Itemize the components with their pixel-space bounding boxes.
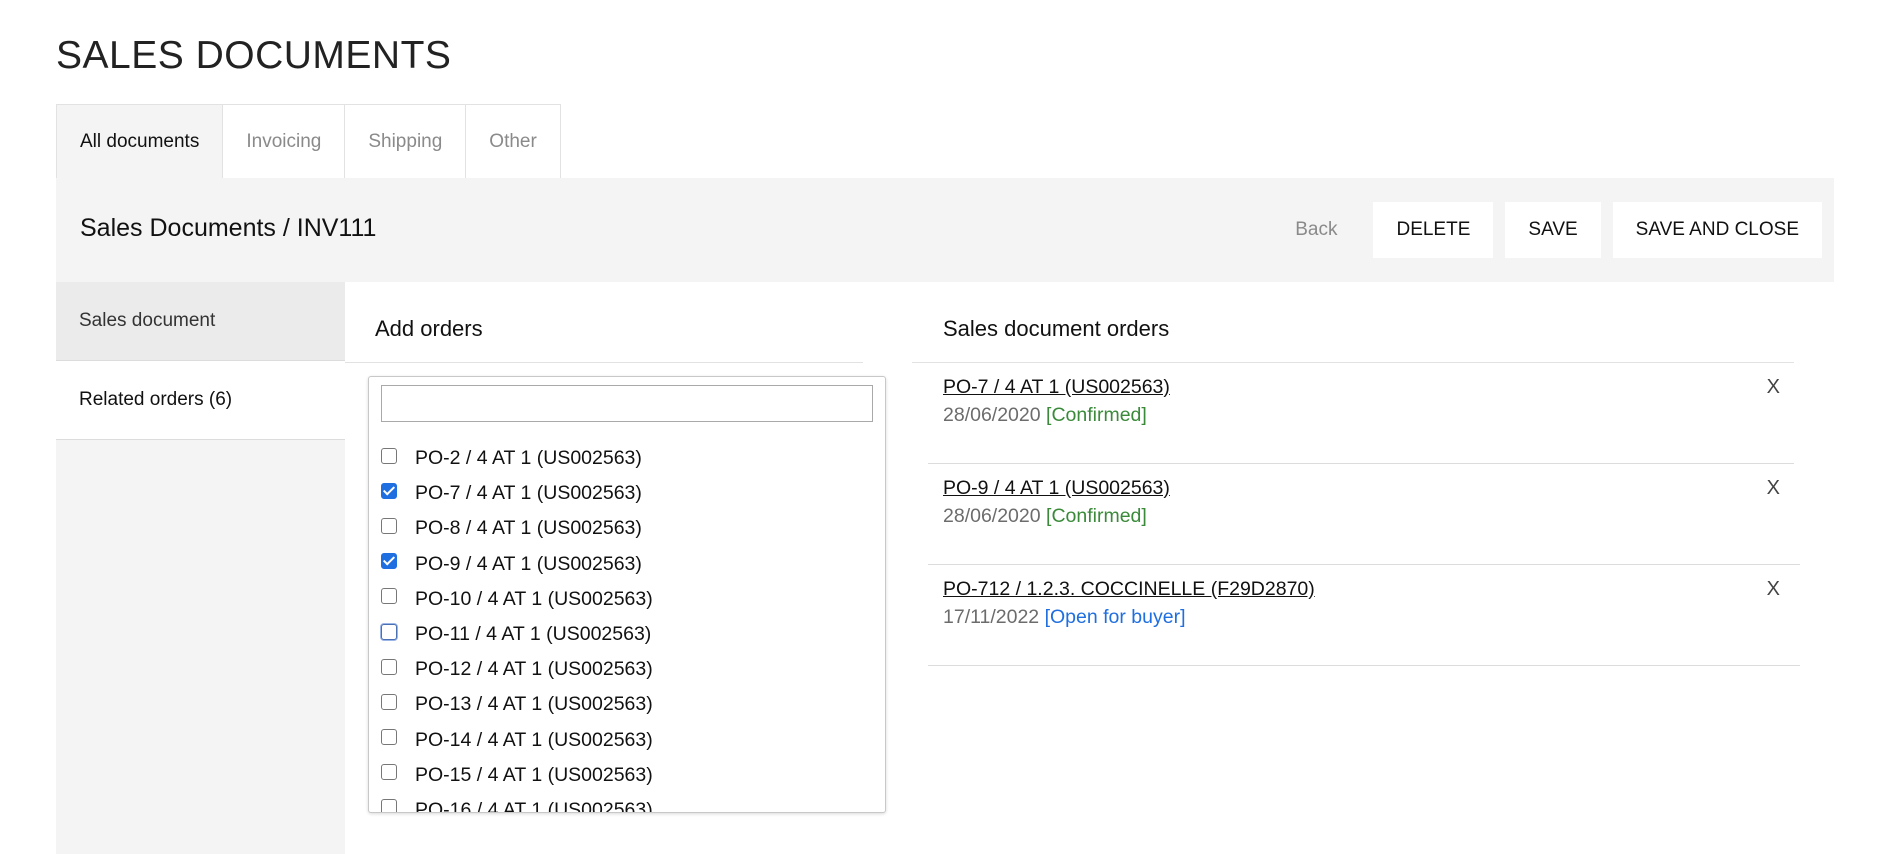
remove-order-icon[interactable]: X: [1767, 578, 1780, 601]
order-option[interactable]: PO-16 / 4 AT 1 (US002563): [381, 793, 653, 813]
order-option-label: PO-7 / 4 AT 1 (US002563): [415, 482, 642, 505]
order-option-label: PO-13 / 4 AT 1 (US002563): [415, 693, 653, 716]
save-and-close-button[interactable]: SAVE AND CLOSE: [1612, 202, 1822, 258]
order-option-label: PO-16 / 4 AT 1 (US002563): [415, 798, 653, 813]
document-tabs: All documents Invoicing Shipping Other: [56, 104, 561, 179]
header-actions: Back DELETE SAVE SAVE AND CLOSE: [1295, 202, 1822, 258]
remove-order-icon[interactable]: X: [1767, 477, 1780, 500]
checkbox[interactable]: [381, 693, 397, 710]
checkbox[interactable]: [381, 553, 397, 570]
add-orders-title: Add orders: [375, 316, 483, 341]
checkbox[interactable]: [381, 623, 397, 640]
save-button[interactable]: SAVE: [1505, 202, 1601, 258]
order-option[interactable]: PO-9 / 4 AT 1 (US002563): [381, 547, 653, 582]
order-option[interactable]: PO-2 / 4 AT 1 (US002563): [381, 441, 653, 476]
add-orders-divider: [345, 362, 863, 363]
order-date: 28/06/2020: [943, 404, 1041, 426]
side-nav: Sales document Related orders (6): [56, 282, 345, 854]
order-option-label: PO-8 / 4 AT 1 (US002563): [415, 517, 642, 540]
order-link[interactable]: PO-712 / 1.2.3. COCCINELLE (F29D2870): [943, 578, 1315, 601]
order-option[interactable]: PO-12 / 4 AT 1 (US002563): [381, 652, 653, 687]
order-option[interactable]: PO-8 / 4 AT 1 (US002563): [381, 511, 653, 546]
tab-other[interactable]: Other: [466, 105, 561, 178]
tab-shipping[interactable]: Shipping: [345, 105, 467, 178]
tab-invoicing[interactable]: Invoicing: [223, 105, 346, 178]
order-option-label: PO-11 / 4 AT 1 (US002563): [415, 623, 652, 646]
order-option-label: PO-10 / 4 AT 1 (US002563): [415, 587, 653, 610]
checkbox[interactable]: [381, 588, 397, 605]
back-link[interactable]: Back: [1295, 219, 1337, 241]
order-date: 17/11/2022: [943, 606, 1040, 628]
order-option-label: PO-15 / 4 AT 1 (US002563): [415, 763, 653, 786]
order-option-label: PO-2 / 4 AT 1 (US002563): [415, 447, 642, 470]
order-link[interactable]: PO-7 / 4 AT 1 (US002563): [943, 376, 1170, 399]
order-option[interactable]: PO-14 / 4 AT 1 (US002563): [381, 723, 653, 758]
checkbox[interactable]: [381, 447, 397, 464]
order-option-label: PO-9 / 4 AT 1 (US002563): [415, 552, 642, 575]
order-row: PO-712 / 1.2.3. COCCINELLE (F29D2870) 17…: [928, 564, 1800, 666]
order-row: PO-9 / 4 AT 1 (US002563) 28/06/2020 [Con…: [928, 463, 1800, 565]
tab-all-documents[interactable]: All documents: [57, 105, 224, 178]
order-option[interactable]: PO-10 / 4 AT 1 (US002563): [381, 582, 653, 617]
remove-order-icon[interactable]: X: [1767, 376, 1780, 399]
order-date: 28/06/2020: [943, 505, 1041, 527]
status-badge: [Confirmed]: [1046, 404, 1147, 426]
order-row: PO-7 / 4 AT 1 (US002563) 28/06/2020 [Con…: [928, 362, 1794, 464]
order-meta: 28/06/2020 [Confirmed]: [943, 505, 1147, 528]
order-meta: 28/06/2020 [Confirmed]: [943, 404, 1147, 427]
order-option[interactable]: PO-13 / 4 AT 1 (US002563): [381, 687, 653, 722]
orders-option-list[interactable]: PO-2 / 4 AT 1 (US002563) PO-7 / 4 AT 1 (…: [381, 441, 653, 813]
checkbox[interactable]: [381, 729, 397, 746]
document-header: Sales Documents / INV111 Back DELETE SAV…: [56, 178, 1834, 282]
delete-button[interactable]: DELETE: [1373, 202, 1494, 258]
status-badge: [Confirmed]: [1046, 505, 1147, 527]
sales-document-orders-title: Sales document orders: [943, 316, 1170, 341]
sidebar-item-related-orders[interactable]: Related orders (6): [56, 361, 345, 440]
status-badge: [Open for buyer]: [1044, 606, 1186, 628]
checkbox[interactable]: [381, 658, 397, 675]
order-option[interactable]: PO-15 / 4 AT 1 (US002563): [381, 758, 653, 793]
order-option-label: PO-12 / 4 AT 1 (US002563): [415, 658, 653, 681]
order-link[interactable]: PO-9 / 4 AT 1 (US002563): [943, 477, 1170, 500]
order-option[interactable]: PO-11 / 4 AT 1 (US002563): [381, 617, 653, 652]
checkbox[interactable]: [381, 482, 397, 499]
checkbox[interactable]: [381, 764, 397, 781]
page-title: SALES DOCUMENTS: [56, 34, 452, 77]
order-option-label: PO-14 / 4 AT 1 (US002563): [415, 728, 653, 751]
checkbox[interactable]: [381, 799, 397, 812]
order-option[interactable]: PO-7 / 4 AT 1 (US002563): [381, 476, 653, 511]
checkbox[interactable]: [381, 517, 397, 534]
sidebar-item-sales-document[interactable]: Sales document: [56, 282, 345, 361]
order-meta: 17/11/2022 [Open for buyer]: [943, 606, 1186, 629]
orders-multiselect-dropdown[interactable]: PO-2 / 4 AT 1 (US002563) PO-7 / 4 AT 1 (…: [368, 376, 886, 813]
breadcrumb: Sales Documents / INV111: [80, 214, 377, 242]
orders-search-input[interactable]: [381, 385, 873, 422]
